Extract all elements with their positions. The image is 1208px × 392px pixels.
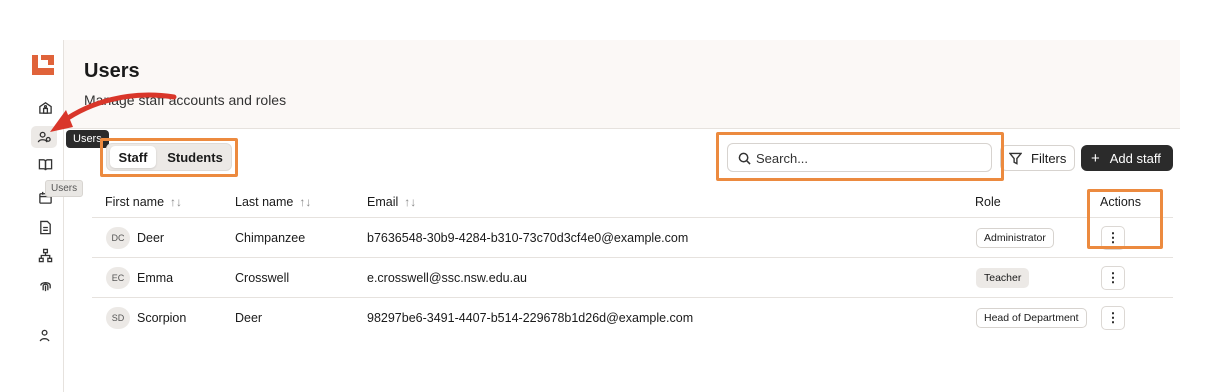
search-box [727,143,992,172]
sort-icon: ↑↓ [404,195,417,209]
add-staff-button[interactable]: + Add staff [1081,145,1173,171]
email-cell: 98297be6-3491-4407-b514-229678b1d26d@exa… [367,311,694,325]
fingerprint-icon[interactable] [36,276,54,294]
column-last-name[interactable]: Last name ↑↓ [235,195,311,209]
staff-students-toggle: Staff Students [106,143,232,171]
role-badge: Teacher [976,268,1030,288]
search-icon [738,152,751,165]
role-badge: Administrator [976,228,1054,248]
book-icon[interactable] [36,155,54,173]
last-name-cell: Deer [235,311,263,325]
column-actions: Actions [1100,195,1141,209]
sort-icon: ↑↓ [170,195,183,209]
first-name-cell: Scorpion [137,311,187,325]
column-email[interactable]: Email ↑↓ [367,195,416,209]
document-icon[interactable] [36,218,54,236]
last-name-cell: Crosswell [235,271,290,285]
filter-icon [1009,152,1022,165]
column-first-name[interactable]: First name ↑↓ [105,195,182,209]
sort-icon: ↑↓ [299,195,312,209]
row-actions-button[interactable]: ⋮ [1101,266,1125,290]
row-actions-button[interactable]: ⋮ [1101,306,1125,330]
column-role: Role [975,195,1001,209]
nav-hover-tooltip: Users [45,180,84,197]
table-header: First name ↑↓ Last name ↑↓ Email ↑↓ Role Ac… [92,185,1173,218]
avatar: DC [106,227,130,249]
plus-icon: + [1091,149,1100,167]
role-badge: Head of Department [976,308,1087,328]
email-cell: b7636548-30b9-4284-b310-73c70d3cf4e0@exa… [367,231,689,245]
table-row[interactable]: SD Scorpion Deer 98297be6-3491-4407-b514… [92,298,1173,338]
org-chart-icon[interactable] [36,246,54,264]
table-row[interactable]: DC Deer Chimpanzee b7636548-30b9-4284-b3… [92,218,1173,258]
row-actions-button[interactable]: ⋮ [1101,226,1125,250]
filters-label: Filters [1031,150,1067,166]
first-name-cell: Deer [137,231,165,245]
avatar: EC [106,267,130,289]
last-name-cell: Chimpanzee [235,231,306,245]
add-staff-label: Add staff [1109,150,1161,166]
page-header: Users Manage staff accounts and roles [64,40,1180,129]
first-name-cell: Emma [137,271,174,285]
search-input[interactable] [756,149,976,167]
app-logo[interactable] [31,54,55,76]
user-icon[interactable] [36,326,54,344]
tab-students[interactable]: Students [163,146,227,168]
table-row[interactable]: EC Emma Crosswell e.crosswell@ssc.nsw.ed… [92,258,1173,298]
tab-staff[interactable]: Staff [110,146,156,168]
annotation-arrow [50,92,177,132]
page-title: Users [84,60,140,82]
filters-button[interactable]: Filters [1000,145,1075,171]
email-cell: e.crosswell@ssc.nsw.edu.au [367,271,527,285]
avatar: SD [106,307,130,329]
